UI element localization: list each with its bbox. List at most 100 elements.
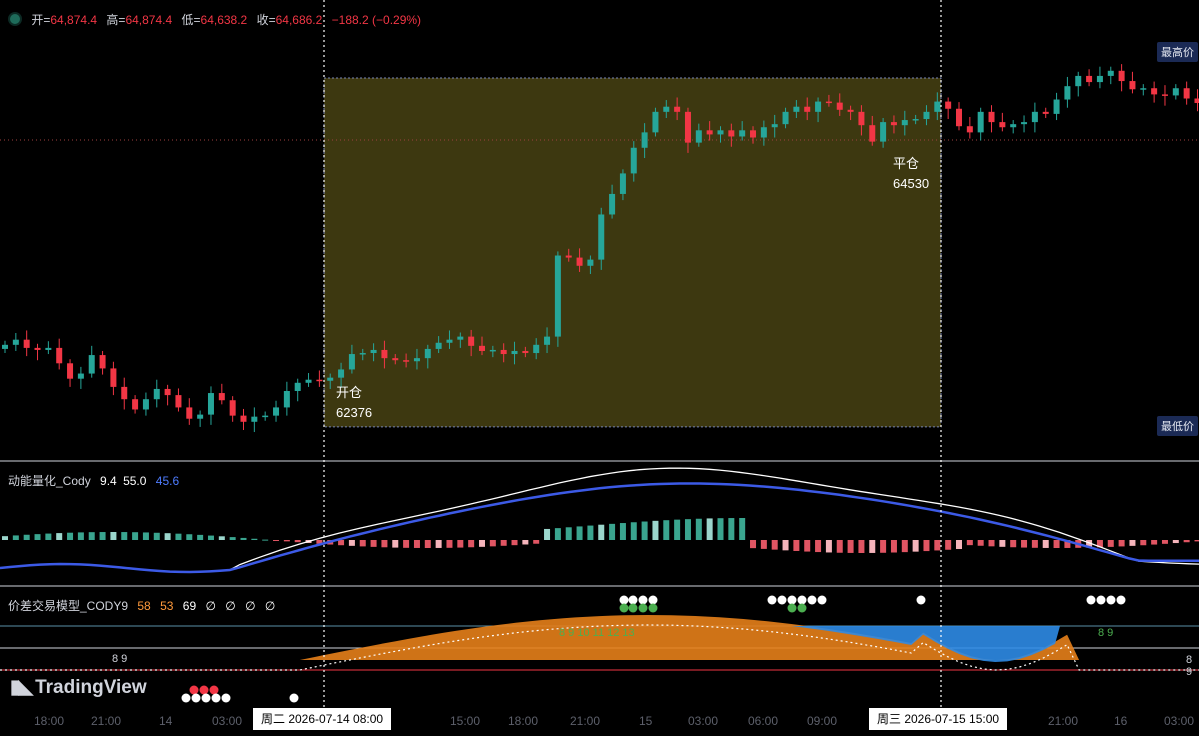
macd-histogram-bar — [522, 540, 529, 545]
signal-dot — [201, 693, 211, 703]
sequence-label: 8 9 — [1186, 654, 1193, 678]
price-chart[interactable] — [0, 0, 1199, 736]
candle-body — [142, 399, 149, 410]
candle-body — [576, 257, 583, 266]
macd-histogram-bar — [1161, 540, 1168, 544]
indicator1-legend[interactable]: 动能量化_Cody 9.4 55.0 45.6 — [8, 472, 179, 489]
macd-histogram-bar — [912, 540, 919, 552]
candle-body — [847, 109, 854, 112]
macd-histogram-bar — [489, 540, 496, 547]
candle-body — [12, 339, 19, 345]
candle-body — [251, 416, 258, 422]
macd-histogram-bar — [56, 533, 63, 540]
candle-body — [45, 347, 52, 350]
macd-histogram-bar — [663, 520, 670, 540]
open-label: 开= — [31, 13, 51, 27]
time-tick: 09:00 — [807, 714, 838, 728]
macd-histogram-bar — [34, 534, 41, 540]
macd-histogram-bar — [424, 540, 431, 548]
candle-body — [446, 339, 453, 343]
candle-body — [945, 101, 952, 109]
macd-histogram-bar — [23, 534, 30, 540]
macd-histogram-bar — [1194, 540, 1199, 542]
macd-histogram-bar — [988, 540, 995, 547]
open-position-marker: 开仓 62376 — [336, 383, 372, 423]
time-tick: 18:00 — [34, 714, 65, 728]
macd-histogram-bar — [782, 540, 789, 551]
candle-body — [1151, 88, 1158, 95]
macd-histogram-bar — [132, 532, 139, 540]
indicator2-legend[interactable]: 价差交易模型_CODY9 58 53 69 ∅ ∅ ∅ ∅ — [8, 597, 275, 614]
tradingview-logo-icon: ▮◣ — [10, 677, 33, 698]
macd-histogram-bar — [598, 524, 605, 540]
macd-histogram-bar — [251, 538, 258, 540]
candle-body — [327, 377, 334, 381]
macd-histogram-bar — [45, 533, 52, 540]
lowest-price-tag: 最低价 — [1157, 416, 1198, 436]
macd-histogram-bar — [869, 540, 876, 553]
candle-body — [999, 122, 1006, 128]
signal-dot — [289, 693, 299, 703]
candle-body — [1118, 70, 1125, 82]
candle-body — [34, 347, 41, 350]
candle-body — [804, 106, 811, 112]
macd-histogram-bar — [359, 540, 366, 547]
candle-body — [609, 193, 616, 215]
macd-histogram-bar — [283, 540, 290, 542]
macd-histogram-bar — [923, 540, 930, 552]
candle-body — [1107, 70, 1114, 76]
candle-body — [175, 395, 182, 408]
macd-histogram-bar — [706, 518, 713, 540]
time-tick: 21:00 — [570, 714, 601, 728]
candle-body — [901, 120, 908, 126]
candle-body — [435, 342, 442, 349]
highest-price-tag: 最高价 — [1157, 42, 1198, 62]
macd-histogram-bar — [99, 532, 106, 540]
signal-dot-green — [648, 603, 658, 613]
macd-histogram-bar — [218, 536, 225, 540]
crosshair-time-right: 周三 2026-07-15 15:00 — [869, 708, 1008, 730]
signal-dot — [1106, 595, 1116, 605]
time-tick: 18:00 — [508, 714, 539, 728]
signal-dot — [628, 595, 638, 605]
candle-body — [934, 101, 941, 112]
macd-histogram-bar — [348, 540, 355, 546]
candle-body — [23, 339, 30, 348]
candle-body — [750, 130, 757, 138]
candle-body — [283, 391, 290, 408]
macd-histogram-bar — [815, 540, 822, 553]
candle-body — [99, 355, 106, 369]
time-tick: 15 — [639, 714, 653, 728]
indicator2-value3: 69 — [182, 599, 197, 613]
candle-body — [56, 347, 63, 364]
signal-dot — [638, 595, 648, 605]
macd-histogram-bar — [1053, 540, 1060, 548]
candle-body — [684, 111, 691, 143]
open-value: 64,874.4 — [50, 13, 98, 27]
tradingview-logo[interactable]: ▮◣ TradingView — [10, 676, 147, 699]
candle-body — [825, 101, 832, 104]
time-tick: 03:00 — [688, 714, 719, 728]
macd-histogram-bar — [1151, 540, 1158, 545]
candle-body — [815, 101, 822, 112]
open-position-label: 开仓 — [336, 385, 363, 400]
macd-histogram-bar — [110, 532, 117, 540]
candle-body — [977, 111, 984, 133]
macd-histogram-bar — [750, 540, 757, 549]
candle-body — [359, 353, 366, 355]
macd-histogram-bar — [1172, 540, 1179, 544]
macd-histogram-bar — [554, 528, 561, 540]
macd-histogram-bar — [674, 519, 681, 540]
close-position-price: 64530 — [893, 176, 930, 191]
signal-dot — [648, 595, 658, 605]
signal-dot — [797, 595, 807, 605]
macd-histogram-bar — [153, 532, 160, 540]
macd-histogram-bar — [901, 540, 908, 553]
candle-body — [1183, 88, 1190, 99]
candle-body — [273, 407, 280, 416]
candle-body — [489, 349, 496, 352]
macd-histogram-bar — [478, 540, 485, 547]
macd-histogram-bar — [825, 540, 832, 553]
macd-histogram-bar — [804, 540, 811, 552]
macd-histogram-bar — [619, 523, 626, 540]
